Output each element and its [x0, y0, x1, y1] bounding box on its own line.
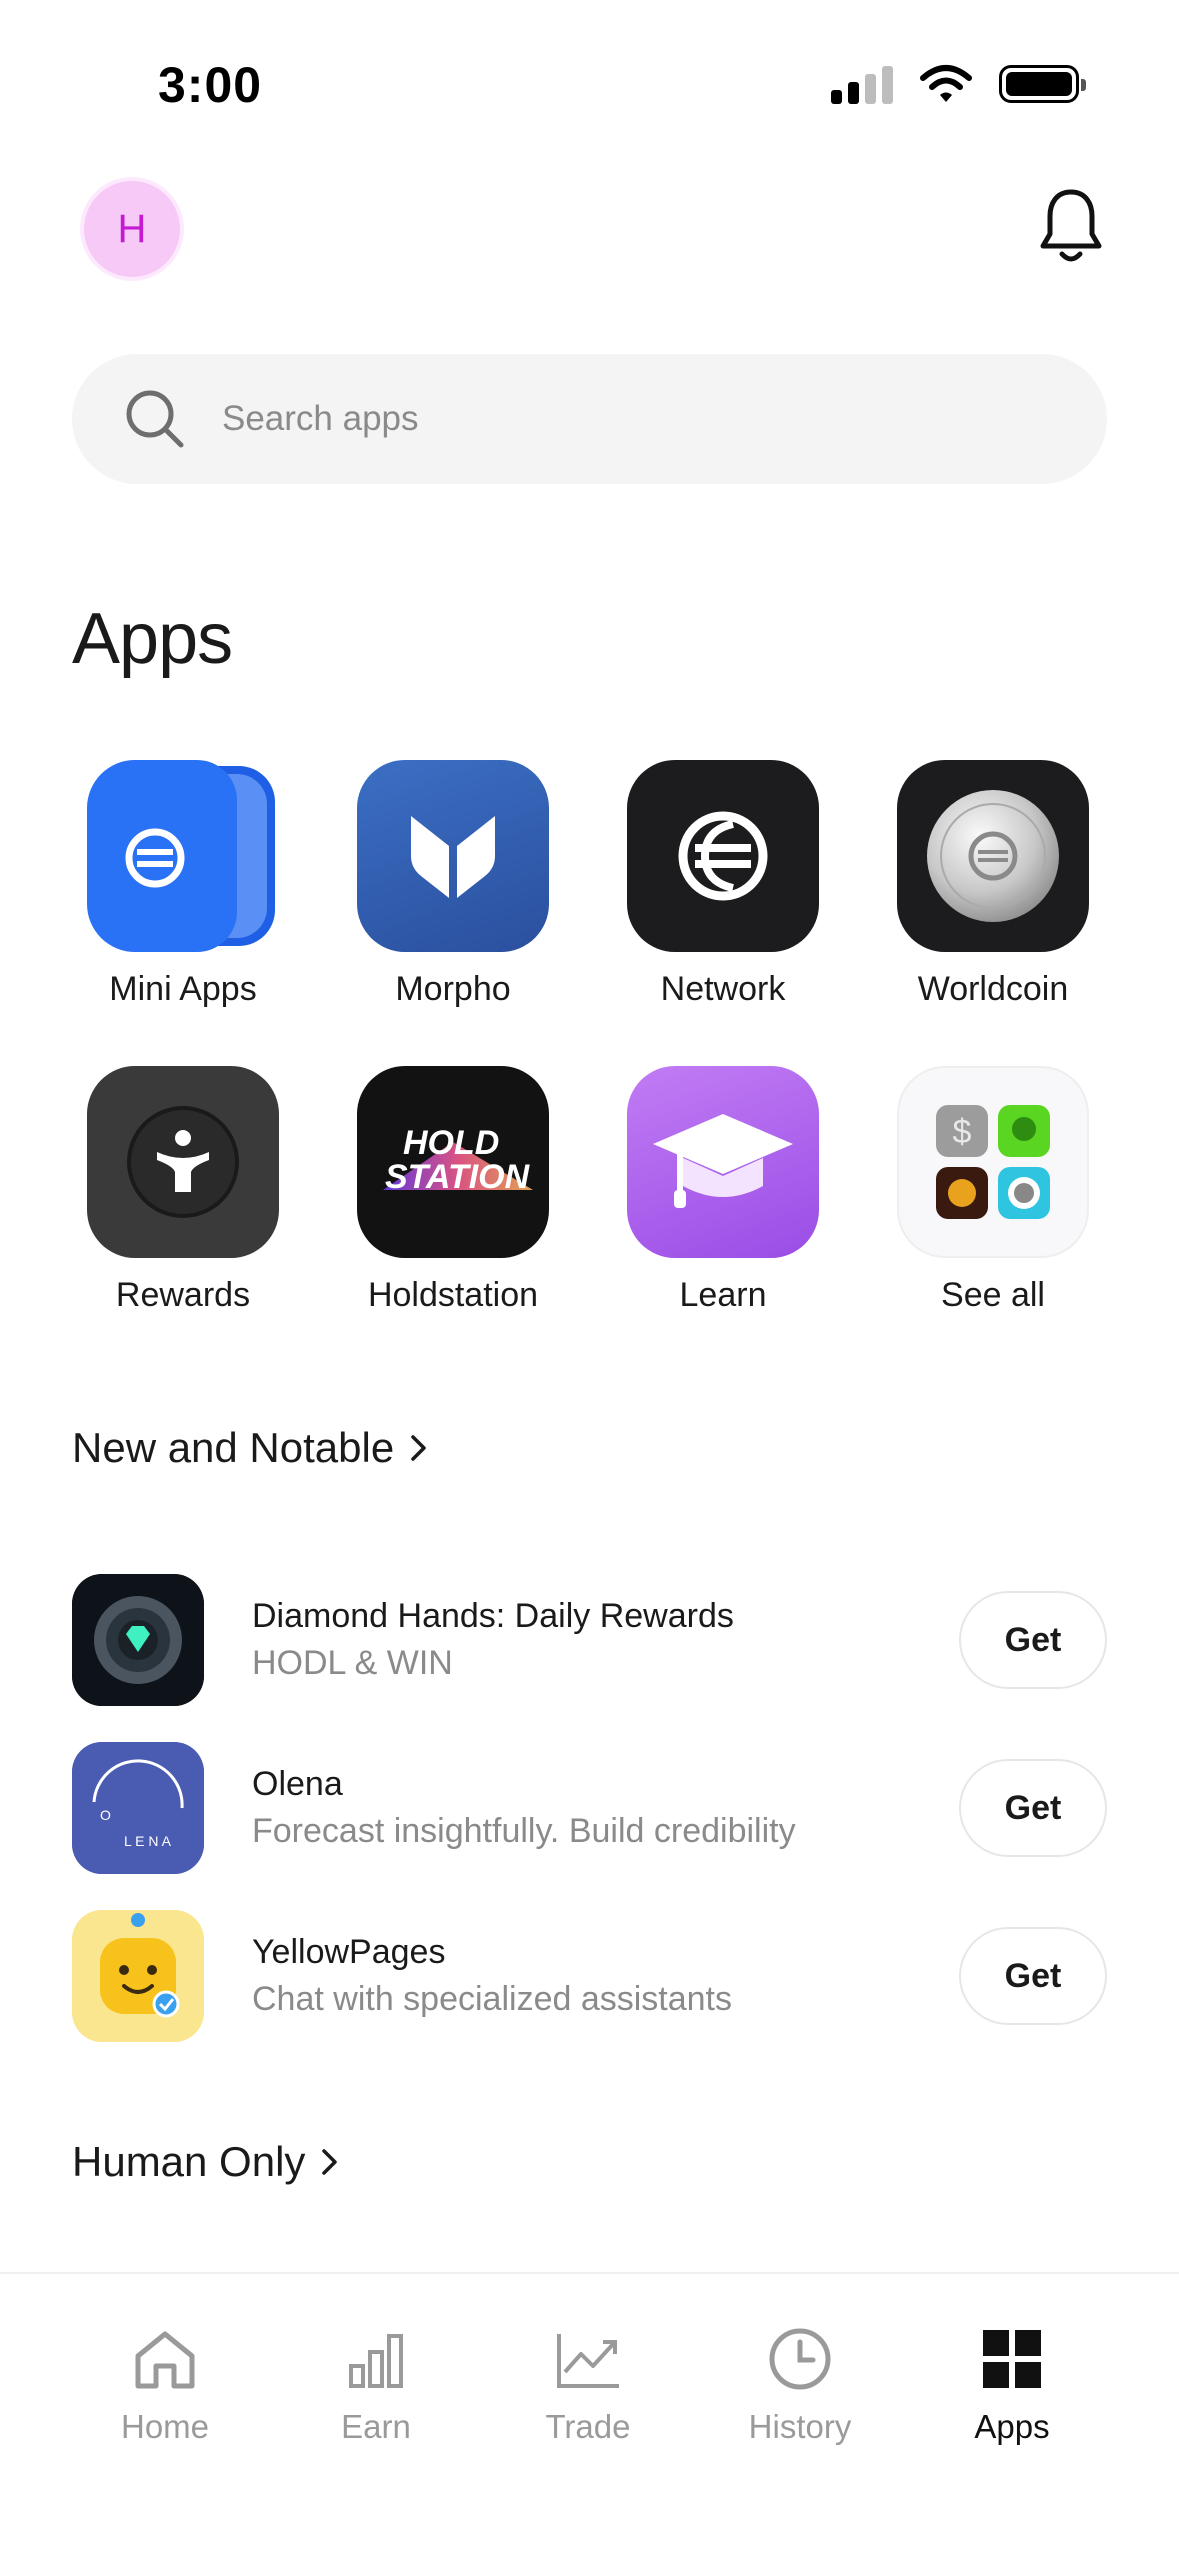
status-icons — [831, 64, 1086, 104]
app-morpho[interactable]: Morpho — [338, 760, 568, 1009]
apps-section-title: Apps — [72, 599, 233, 679]
search-input[interactable] — [222, 399, 922, 439]
trend-chart-icon — [557, 2334, 619, 2388]
list-item-olena[interactable]: O L E N A Olena Forecast insightfully. B… — [72, 1742, 1107, 1874]
battery-icon — [999, 65, 1086, 103]
apps-screen: 3:00 H Apps — [0, 0, 1179, 2556]
list-item-subtitle: Forecast insightfully. Build credibility — [252, 1812, 796, 1850]
graduation-cap-icon — [627, 1066, 819, 1258]
list-item-text: Diamond Hands: Daily Rewards HODL & WIN — [252, 1597, 959, 1683]
svg-text:O: O — [100, 1807, 111, 1823]
home-icon — [135, 2331, 195, 2389]
holdstation-logo: HOLD STATION — [357, 1066, 549, 1258]
avatar-initial: H — [117, 206, 147, 251]
get-button[interactable]: Get — [959, 1591, 1107, 1689]
silver-coin-icon — [897, 760, 1089, 952]
app-label: Morpho — [395, 970, 511, 1008]
bell-icon[interactable] — [1038, 186, 1104, 266]
list-item-subtitle: Chat with specialized assistants — [252, 1980, 733, 2018]
chevron-right-icon — [411, 1435, 426, 1461]
app-mini-apps[interactable]: Mini Apps — [68, 760, 298, 1009]
app-label: See all — [941, 1276, 1045, 1314]
human-only-title: Human Only — [72, 2138, 306, 2185]
app-label: Mini Apps — [109, 970, 257, 1008]
app-label: Holdstation — [367, 1276, 539, 1314]
list-item-title: Diamond Hands: Daily Rewards — [252, 1597, 734, 1635]
app-network[interactable]: Network — [608, 760, 838, 1009]
nav-home[interactable]: Home — [65, 2324, 265, 2446]
list-item-text: Olena Forecast insightfully. Build credi… — [252, 1765, 959, 1851]
svg-text:STATION: STATION — [385, 1158, 531, 1196]
svg-text:$: $ — [953, 1113, 972, 1151]
nav-history[interactable]: History — [700, 2324, 900, 2446]
avatar[interactable]: H — [80, 177, 184, 281]
nav-label: Earn — [341, 2408, 411, 2445]
list-item-text: YellowPages Chat with specialized assist… — [252, 1933, 959, 2019]
wifi-icon — [920, 65, 972, 102]
clock-icon — [769, 2328, 831, 2390]
nav-label: History — [748, 2408, 852, 2445]
mini-apps-icon — [87, 760, 279, 952]
list-item-subtitle: HODL & WIN — [252, 1644, 453, 1682]
app-rewards[interactable]: Rewards — [68, 1066, 298, 1315]
nav-label: Apps — [974, 2408, 1050, 2445]
list-item-title: Olena — [252, 1765, 343, 1803]
new-and-notable-link[interactable]: New and Notable — [72, 1424, 430, 1472]
morpho-butterfly-icon — [357, 760, 549, 952]
bar-chart-icon — [349, 2334, 403, 2388]
nav-earn[interactable]: Earn — [276, 2324, 476, 2446]
list-item-yellowpages[interactable]: YellowPages Chat with specialized assist… — [72, 1910, 1107, 2042]
app-folder-icon: $ — [897, 1066, 1089, 1258]
bottom-nav: Home Earn Trade History Apps — [0, 2272, 1179, 2556]
svg-text:HOLD: HOLD — [403, 1124, 499, 1162]
olena-icon: O L E N A — [72, 1742, 204, 1874]
grid-icon — [983, 2330, 1041, 2388]
nav-label: Home — [120, 2408, 210, 2445]
app-holdstation[interactable]: HOLD STATION Holdstation — [338, 1066, 568, 1315]
app-label: Learn — [679, 1276, 767, 1314]
search-bar[interactable] — [72, 354, 1107, 484]
cellular-signal-icon — [831, 64, 893, 104]
list-item-diamond-hands[interactable]: Diamond Hands: Daily Rewards HODL & WIN … — [72, 1574, 1107, 1706]
app-label: Network — [660, 970, 786, 1008]
app-worldcoin[interactable]: Worldcoin — [878, 760, 1108, 1009]
chevron-right-icon — [322, 2149, 338, 2175]
nav-trade[interactable]: Trade — [488, 2324, 688, 2446]
nav-label: Trade — [545, 2408, 631, 2445]
list-item-title: YellowPages — [252, 1933, 446, 1971]
svg-text:L E N A: L E N A — [124, 1833, 172, 1849]
new-and-notable-title: New and Notable — [72, 1424, 395, 1471]
status-time: 3:00 — [158, 57, 263, 113]
rewards-person-icon — [87, 1066, 279, 1258]
app-label: Rewards — [115, 1276, 251, 1314]
worldcoin-logo-icon — [627, 760, 819, 952]
see-all-button[interactable]: $ See all — [878, 1066, 1108, 1315]
nav-apps[interactable]: Apps — [912, 2324, 1112, 2446]
app-label: Worldcoin — [917, 970, 1069, 1008]
get-button[interactable]: Get — [959, 1759, 1107, 1857]
get-button[interactable]: Get — [959, 1927, 1107, 2025]
yellowpages-smiley-icon — [72, 1910, 204, 2042]
search-icon — [126, 390, 184, 448]
diamond-hands-icon — [72, 1574, 204, 1706]
human-only-link[interactable]: Human Only — [72, 2138, 341, 2186]
app-learn[interactable]: Learn — [608, 1066, 838, 1315]
